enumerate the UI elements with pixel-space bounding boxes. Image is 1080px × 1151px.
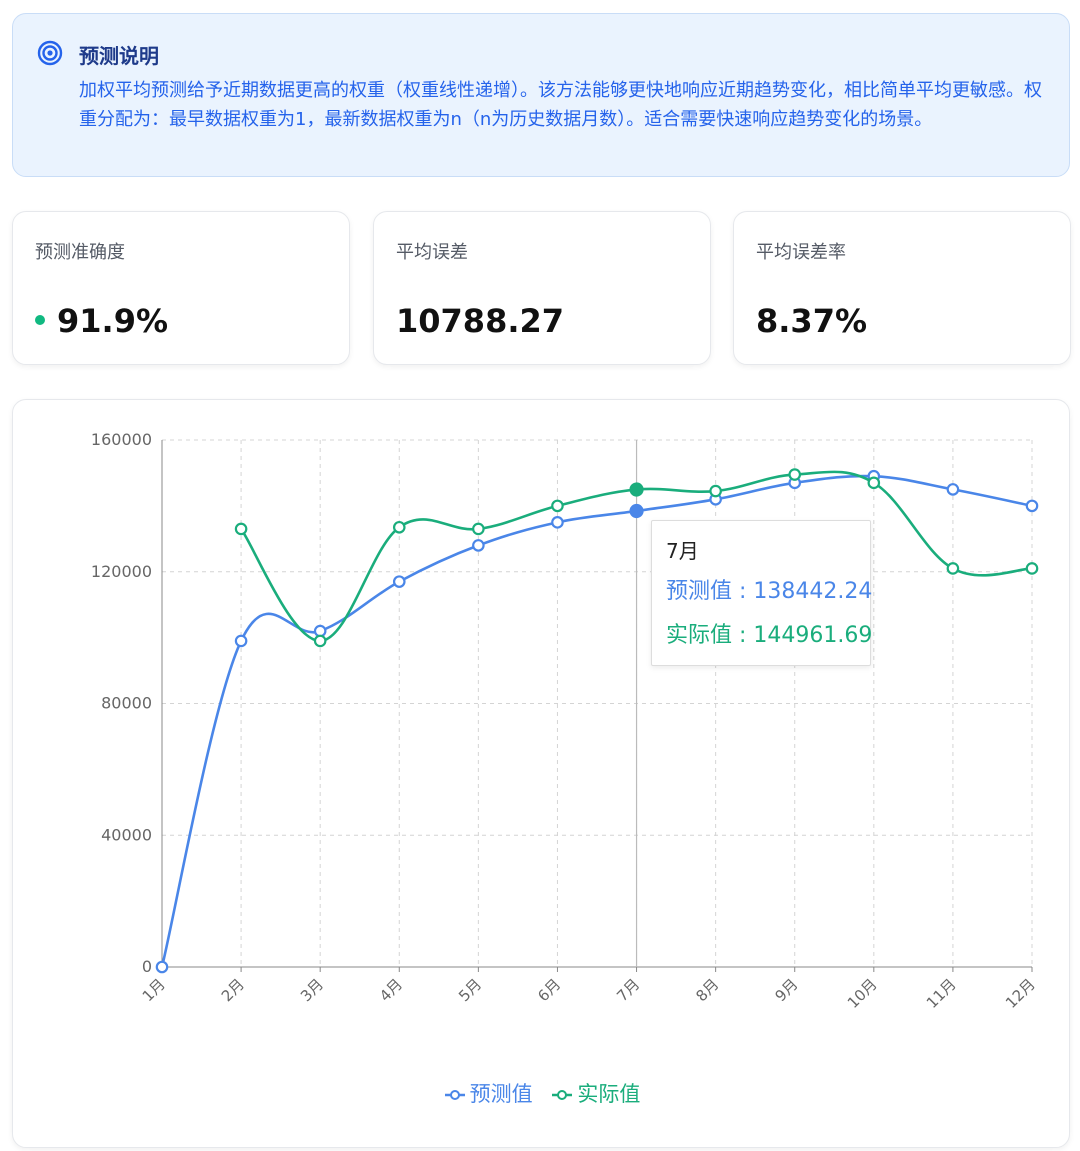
- forecast-line-chart[interactable]: 0 40000 80000 120000 160000 1月 2月 3月 4月 5月 6月 7月 8月 9…: [13, 400, 1069, 1060]
- data-point: [629, 482, 644, 497]
- legend-marker-predicted-icon: [444, 1090, 465, 1100]
- target-icon: [37, 40, 63, 66]
- series-line-0: [160, 474, 1033, 968]
- metric-card-accuracy: 预测准确度 91.9%: [12, 211, 350, 365]
- x-tick-label: 5月: [455, 975, 485, 1005]
- data-point: [788, 468, 802, 481]
- data-point: [472, 539, 485, 552]
- data-point: [472, 522, 485, 536]
- data-point: [1025, 562, 1039, 575]
- legend-marker-actual-icon: [552, 1090, 573, 1100]
- chart-card: 0 40000 80000 120000 160000 1月 2月 3月 4月 5月 6月 7月 8月 9…: [12, 399, 1070, 1148]
- legend-label-predicted: 预测值: [469, 1082, 533, 1106]
- metric-value-error-rate: 8.37%: [756, 302, 868, 340]
- info-description: 加权平均预测给予近期数据更高的权重（权重线性递增）。该方法能够更快地响应近期趋势…: [79, 80, 1042, 130]
- tooltip-actual: 实际值 : 144961.69: [666, 623, 873, 648]
- chart-legend: 预测值 实际值: [13, 1078, 1071, 1108]
- x-tick-label: 8月: [692, 975, 722, 1005]
- x-tick-label: 3月: [297, 975, 327, 1005]
- data-point: [1025, 499, 1039, 513]
- chart-tooltip: 7月 预测值 : 138442.24 实际值 : 144961.69: [651, 520, 873, 666]
- data-point: [234, 522, 248, 536]
- x-tick-label: 12月: [1002, 975, 1039, 1012]
- tooltip-predicted: 预测值 : 138442.24: [666, 579, 873, 604]
- x-tick-label: 2月: [218, 975, 248, 1005]
- legend-item-actual[interactable]: 实际值: [551, 1078, 640, 1108]
- data-point: [234, 634, 248, 648]
- x-tick-label: 9月: [771, 975, 801, 1005]
- x-tick-label: 10月: [844, 975, 881, 1012]
- data-point: [867, 476, 881, 490]
- data-point: [946, 483, 960, 496]
- metric-value-avg-error: 10788.27: [396, 302, 565, 340]
- y-tick-label: 80000: [101, 694, 152, 713]
- y-tick-label: 120000: [91, 562, 152, 581]
- x-tick-label: 1月: [139, 975, 169, 1005]
- info-title: 预测说明: [79, 44, 159, 68]
- data-point: [551, 516, 564, 529]
- tooltip-title: 7月: [666, 539, 699, 563]
- data-point: [392, 575, 406, 588]
- metric-label-avg-error: 平均误差: [396, 242, 468, 263]
- forecast-info-box: 预测说明 加权平均预测给予近期数据更高的权重（权重线性递增）。该方法能够更快地响…: [12, 13, 1070, 177]
- data-point: [551, 499, 564, 513]
- x-tick-label: 6月: [534, 975, 564, 1005]
- data-point: [313, 634, 327, 648]
- data-point: [946, 562, 960, 575]
- status-dot: [35, 315, 45, 325]
- data-point: [155, 960, 169, 974]
- legend-label-actual: 实际值: [577, 1082, 641, 1106]
- x-tick-label: 4月: [376, 975, 406, 1005]
- y-tick-label: 0: [142, 957, 152, 976]
- x-tick-label: 7月: [613, 975, 643, 1005]
- metric-label-accuracy: 预测准确度: [35, 242, 125, 263]
- metric-card-avg-error: 平均误差 10788.27: [373, 211, 711, 365]
- metric-value-accuracy: 91.9%: [35, 302, 168, 340]
- data-point: [709, 484, 722, 498]
- legend-item-predicted[interactable]: 预测值: [444, 1078, 533, 1108]
- metric-card-error-rate: 平均误差率 8.37%: [733, 211, 1071, 365]
- x-tick-label: 11月: [923, 975, 960, 1012]
- y-tick-label: 160000: [91, 430, 152, 449]
- accuracy-value: 91.9%: [57, 302, 169, 340]
- metric-label-error-rate: 平均误差率: [756, 242, 846, 263]
- data-point: [392, 520, 406, 534]
- data-point: [629, 503, 644, 519]
- y-tick-label: 40000: [101, 825, 152, 844]
